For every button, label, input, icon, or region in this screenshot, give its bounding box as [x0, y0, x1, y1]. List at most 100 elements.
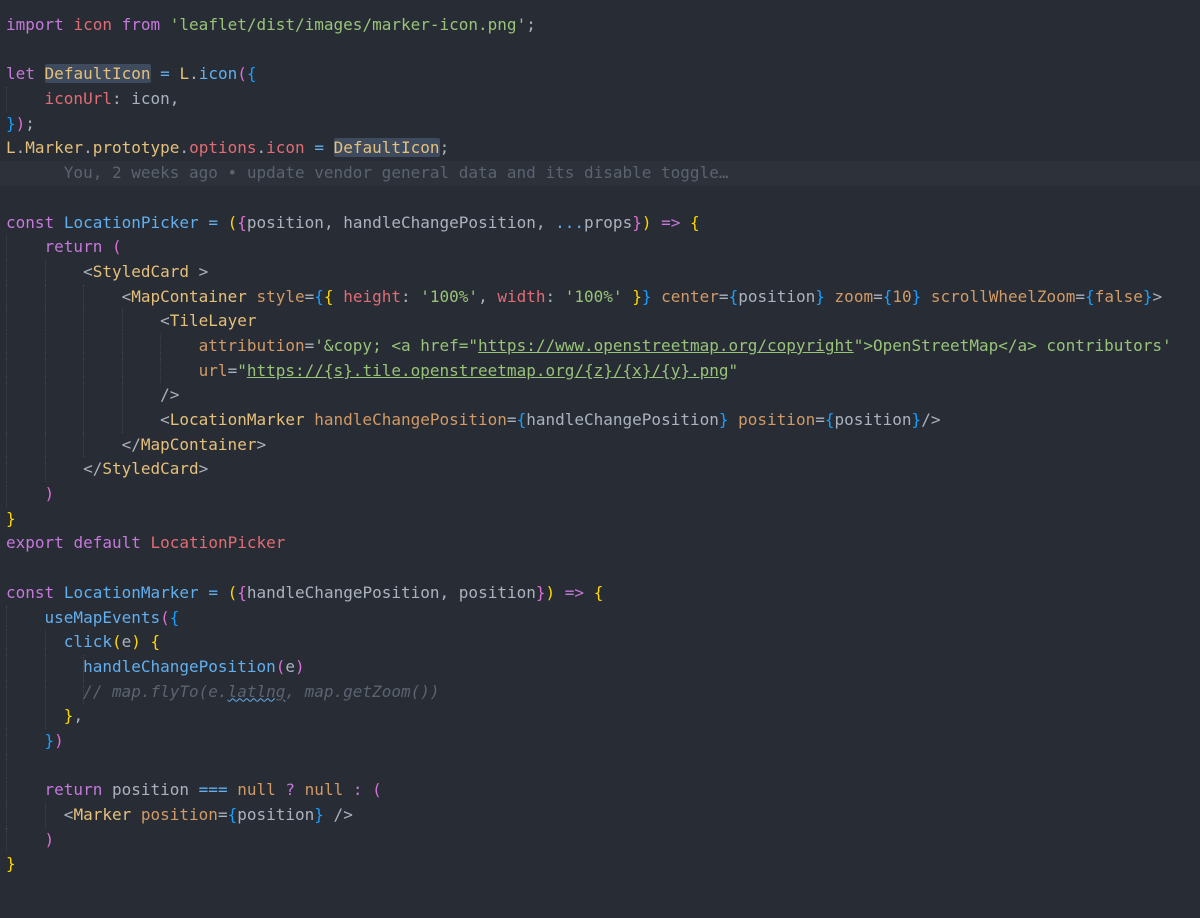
code-line[interactable]: } [0, 507, 1200, 532]
token-variable: icon [266, 138, 305, 158]
token-whitespace [6, 237, 45, 256]
token-punctuation: : [401, 286, 421, 306]
code-line[interactable]: // map.flyTo(e.latlng, map.getZoom()) [0, 679, 1200, 705]
code-line[interactable]: export default LocationPicker [0, 531, 1200, 556]
token-number: null [304, 780, 344, 800]
token-punctuation: e [121, 632, 132, 652]
token-bracket_blue: { [728, 286, 739, 306]
token-whitespace [651, 287, 661, 306]
indent-guide [6, 679, 7, 705]
token-number: style [256, 286, 305, 306]
code-line[interactable]: </MapContainer> [0, 432, 1200, 458]
code-line[interactable]: <Marker position={position} /> [0, 803, 1200, 828]
code-line[interactable]: }) [0, 728, 1200, 754]
indent-guide [83, 284, 85, 310]
token-bracket_purple: ( [275, 656, 286, 676]
token-string: " [728, 360, 739, 380]
token-bracket_purple: ) [44, 484, 55, 504]
token-bracket_yellow: ( [227, 212, 238, 232]
indent-guide [44, 259, 46, 285]
token-bracket_blue: } [6, 113, 16, 133]
code-line[interactable]: useMapEvents({ [0, 605, 1200, 631]
token-type: L [6, 138, 16, 158]
token-function: === [198, 780, 228, 800]
code-line[interactable] [0, 186, 1200, 211]
token-punctuation: = [815, 410, 825, 429]
code-line[interactable] [0, 753, 1200, 779]
code-line[interactable]: <MapContainer style={{ height: '100%', w… [0, 284, 1200, 310]
code-line[interactable]: let DefaultIcon = L.icon({ [0, 62, 1200, 87]
token-punctuation: > [198, 459, 209, 479]
code-line[interactable]: url="https://{s}.tile.openstreetmap.org/… [0, 358, 1200, 384]
token-number: false [1094, 286, 1143, 306]
code-line[interactable]: ) [0, 482, 1200, 507]
token-whitespace [334, 287, 344, 306]
token-type: StyledCard [102, 459, 199, 479]
token-whitespace [6, 287, 122, 306]
token-bracket_purple: ) [15, 113, 26, 133]
token-bracket_purple: ) [295, 656, 305, 676]
token-keyword: => [661, 212, 681, 232]
token-bracket_purple: } [632, 212, 642, 232]
token-function: LocationPicker [63, 212, 199, 232]
token-whitespace [362, 780, 372, 799]
token-punctuation: /> [323, 805, 353, 824]
code-line[interactable]: ) [0, 827, 1200, 853]
code-line[interactable]: handleChangePosition(e) [0, 654, 1200, 680]
code-line[interactable]: }, [0, 704, 1200, 729]
token-whitespace [6, 435, 122, 454]
token-type: MapContainer [140, 434, 257, 454]
code-line[interactable]: import icon from 'leaflet/dist/images/ma… [0, 13, 1200, 38]
indent-guide [83, 679, 85, 705]
token-type: LocationMarker [169, 410, 305, 429]
token-comment: , map.getZoom()) [285, 681, 440, 701]
code-line[interactable]: return ( [0, 235, 1200, 260]
token-punctuation: position [237, 805, 315, 824]
code-line[interactable]: </StyledCard> [0, 457, 1200, 483]
indent-guide [6, 309, 7, 334]
token-keyword: export [6, 533, 64, 553]
code-line[interactable]: <TileLayer [0, 309, 1200, 334]
git-blame-line[interactable]: You, 2 weeks ago • update vendor general… [0, 161, 1200, 186]
token-function: = [160, 64, 170, 84]
code-line[interactable]: <LocationMarker handleChangePosition={ha… [0, 408, 1200, 433]
code-line[interactable]: attribution='&copy; <a href="https://www… [0, 333, 1200, 359]
token-punctuation: : [545, 286, 565, 306]
code-line[interactable]: click(e) { [0, 630, 1200, 655]
token-function: handleChangePosition [83, 656, 276, 676]
code-line[interactable]: L.Marker.prototype.options.icon = Defaul… [0, 136, 1200, 161]
token-bracket_blue: } [911, 410, 922, 429]
code-line[interactable]: <StyledCard > [0, 259, 1200, 285]
token-bracket_blue: } [1142, 286, 1153, 306]
indent-guide [44, 284, 46, 310]
indent-guide [6, 87, 7, 112]
token-whitespace [228, 780, 238, 799]
token-punctuation: = [217, 805, 228, 824]
code-line[interactable]: } [0, 852, 1200, 877]
token-whitespace [680, 213, 690, 232]
token-keyword: from [121, 15, 161, 34]
token-string: 'leaflet/dist/images/marker-icon.png' [169, 15, 527, 34]
token-punctuation: position [458, 582, 536, 602]
token-bracket_blue: } [911, 286, 922, 306]
token-whitespace [623, 287, 633, 306]
code-line[interactable]: }); [0, 112, 1200, 137]
code-line[interactable]: /> [0, 383, 1200, 408]
token-punctuation: ; [25, 113, 35, 133]
code-editor[interactable]: import icon from 'leaflet/dist/images/ma… [0, 0, 1200, 918]
token-bracket_blue: { [227, 805, 238, 824]
code-line[interactable]: const LocationPicker = ({position, handl… [0, 211, 1200, 236]
indent-guide [44, 803, 46, 828]
code-line[interactable]: return position === null ? null : ( [0, 778, 1200, 803]
token-punctuation: < [83, 261, 93, 281]
token-punctuation: , [323, 212, 344, 232]
code-line[interactable] [0, 38, 1200, 63]
token-whitespace [276, 780, 286, 799]
code-line[interactable]: iconUrl: icon, [0, 87, 1200, 112]
indent-guide [6, 284, 7, 310]
code-line[interactable] [0, 556, 1200, 581]
code-line[interactable]: const LocationMarker = ({handleChangePos… [0, 581, 1200, 606]
token-keyword: const [6, 212, 55, 232]
token-keyword: return [44, 780, 103, 800]
token-string: " [237, 360, 247, 380]
